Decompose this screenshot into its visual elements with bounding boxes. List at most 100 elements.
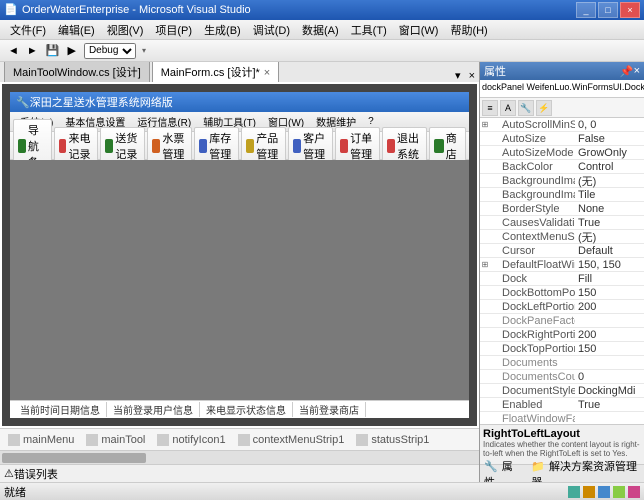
property-row[interactable]: EnabledTrue: [480, 398, 644, 412]
property-row[interactable]: ContextMenuStrip(无): [480, 230, 644, 244]
property-value[interactable]: DockingMdi: [575, 385, 644, 397]
config-select[interactable]: Debug: [84, 43, 136, 59]
expand-icon[interactable]: ⊞: [480, 260, 490, 269]
menu-item[interactable]: 窗口(W): [393, 22, 445, 38]
property-value[interactable]: Default: [575, 245, 644, 257]
property-row[interactable]: DocumentsCount0: [480, 370, 644, 384]
expand-icon[interactable]: ⊞: [480, 120, 490, 129]
menu-item[interactable]: 项目(P): [149, 22, 198, 38]
categorized-button[interactable]: ≡: [482, 100, 498, 116]
property-row[interactable]: CursorDefault: [480, 244, 644, 258]
design-menu-item[interactable]: ?: [362, 116, 380, 127]
design-toolbar-button[interactable]: 退出系统: [382, 127, 427, 165]
property-row[interactable]: BackgroundImageLayoutTile: [480, 188, 644, 202]
menu-item[interactable]: 工具(T): [345, 22, 393, 38]
design-toolbar-button[interactable]: 客户管理: [288, 127, 333, 165]
error-list-tab[interactable]: ⚠ 错误列表: [0, 464, 479, 482]
design-status-segment[interactable]: 当前时间日期信息: [14, 402, 107, 417]
property-value[interactable]: (无): [575, 229, 644, 245]
design-status-segment[interactable]: 当前登录商店: [293, 402, 366, 417]
design-toolbar-button[interactable]: 送货记录: [100, 127, 145, 165]
menu-item[interactable]: 调试(D): [247, 22, 296, 38]
minimize-button[interactable]: _: [576, 2, 596, 18]
property-row[interactable]: Documents: [480, 356, 644, 370]
design-toolbar-button[interactable]: 订单管理: [335, 127, 380, 165]
panel-close-icon[interactable]: ×: [634, 65, 640, 77]
design-canvas[interactable]: [10, 160, 469, 400]
property-row[interactable]: DockFill: [480, 272, 644, 286]
property-name: Enabled: [490, 399, 575, 411]
component-item[interactable]: notifyIcon1: [157, 434, 225, 446]
design-status-segment[interactable]: 来电显示状态信息: [200, 402, 293, 417]
close-button[interactable]: ×: [620, 2, 640, 18]
property-row[interactable]: DockPaneFactory: [480, 314, 644, 328]
property-value[interactable]: False: [575, 133, 644, 145]
property-value[interactable]: 150, 150: [575, 259, 644, 271]
props-button[interactable]: 🔧: [518, 100, 534, 116]
tab-mainform[interactable]: MainForm.cs [设计]*×: [152, 62, 279, 82]
error-icon: ⚠: [4, 467, 14, 480]
property-row[interactable]: DocumentStyleDockingMdi: [480, 384, 644, 398]
property-value[interactable]: True: [575, 399, 644, 411]
menu-item[interactable]: 生成(B): [198, 22, 247, 38]
menu-item[interactable]: 文件(F): [4, 22, 52, 38]
tab-maintool[interactable]: MainToolWindow.cs [设计]: [4, 62, 150, 82]
horizontal-scrollbar[interactable]: [0, 450, 479, 464]
property-value[interactable]: Tile: [575, 189, 644, 201]
property-value[interactable]: Fill: [575, 273, 644, 285]
tb-back[interactable]: ◄: [4, 45, 23, 57]
tab-close-icon[interactable]: ×: [264, 67, 270, 79]
tb-run[interactable]: ▶: [63, 44, 79, 57]
property-value[interactable]: 0: [575, 371, 644, 383]
design-status-segment[interactable]: 当前登录用户信息: [107, 402, 200, 417]
component-item[interactable]: statusStrip1: [356, 434, 429, 446]
properties-selector[interactable]: dockPanel WeifenLuo.WinFormsUI.Docking.D…: [480, 80, 644, 98]
tab-closeall-icon[interactable]: ×: [465, 70, 479, 82]
side-tab-solution[interactable]: 📁解决方案资源管理器: [527, 458, 644, 483]
property-row[interactable]: FloatWindowFactory: [480, 412, 644, 424]
events-button[interactable]: ⚡: [536, 100, 552, 116]
properties-grid[interactable]: ⊞AutoScrollMinSize0, 0AutoSizeFalseAutoS…: [480, 118, 644, 424]
menu-item[interactable]: 帮助(H): [444, 22, 493, 38]
panel-pin-icon[interactable]: 📌: [620, 65, 634, 78]
component-item[interactable]: contextMenuStrip1: [238, 434, 345, 446]
tb-fwd[interactable]: ►: [23, 45, 42, 57]
menu-item[interactable]: 数据(A): [296, 22, 345, 38]
property-value[interactable]: 0, 0: [575, 119, 644, 131]
property-row[interactable]: DockBottomPortion150: [480, 286, 644, 300]
property-value[interactable]: 200: [575, 329, 644, 341]
design-toolbar-button[interactable]: 产品管理: [241, 127, 286, 165]
alphabetical-button[interactable]: A: [500, 100, 516, 116]
property-row[interactable]: DockTopPortion150: [480, 342, 644, 356]
property-row[interactable]: AutoSizeModeGrowOnly: [480, 146, 644, 160]
property-row[interactable]: DockLeftPortion200: [480, 300, 644, 314]
property-value[interactable]: GrowOnly: [575, 147, 644, 159]
maximize-button[interactable]: □: [598, 2, 618, 18]
property-value[interactable]: 150: [575, 287, 644, 299]
property-value[interactable]: 200: [575, 301, 644, 313]
property-row[interactable]: BorderStyleNone: [480, 202, 644, 216]
design-toolbar-button[interactable]: 库存管理: [194, 127, 239, 165]
property-row[interactable]: ⊞DefaultFloatWindowSize150, 150: [480, 258, 644, 272]
property-value[interactable]: Control: [575, 161, 644, 173]
design-toolbar-button[interactable]: 商店: [429, 127, 466, 165]
designer-surface[interactable]: 🔧 深田之星送水管理系统网络版 系统(S)基本信息设置运行信息(R)辅助工具(T…: [2, 84, 477, 426]
tab-dropdown-icon[interactable]: ▾: [451, 69, 465, 82]
property-value[interactable]: 150: [575, 343, 644, 355]
property-row[interactable]: BackgroundImage(无): [480, 174, 644, 188]
side-tab-props[interactable]: 🔧属性: [480, 458, 527, 483]
property-row[interactable]: DockRightPortion200: [480, 328, 644, 342]
design-toolbar-button[interactable]: 来电记录: [54, 127, 99, 165]
tb-save[interactable]: 💾: [42, 44, 64, 57]
menu-item[interactable]: 编辑(E): [52, 22, 101, 38]
menu-item[interactable]: 视图(V): [101, 22, 150, 38]
component-item[interactable]: mainMenu: [8, 434, 74, 446]
design-toolbar-button[interactable]: 水票管理: [147, 127, 192, 165]
property-value[interactable]: True: [575, 217, 644, 229]
property-row[interactable]: AutoSizeFalse: [480, 132, 644, 146]
property-value[interactable]: (无): [575, 173, 644, 189]
component-item[interactable]: mainTool: [86, 434, 145, 446]
property-value[interactable]: None: [575, 203, 644, 215]
property-row[interactable]: ⊞AutoScrollMinSize0, 0: [480, 118, 644, 132]
design-window[interactable]: 🔧 深田之星送水管理系统网络版 系统(S)基本信息设置运行信息(R)辅助工具(T…: [10, 92, 469, 418]
